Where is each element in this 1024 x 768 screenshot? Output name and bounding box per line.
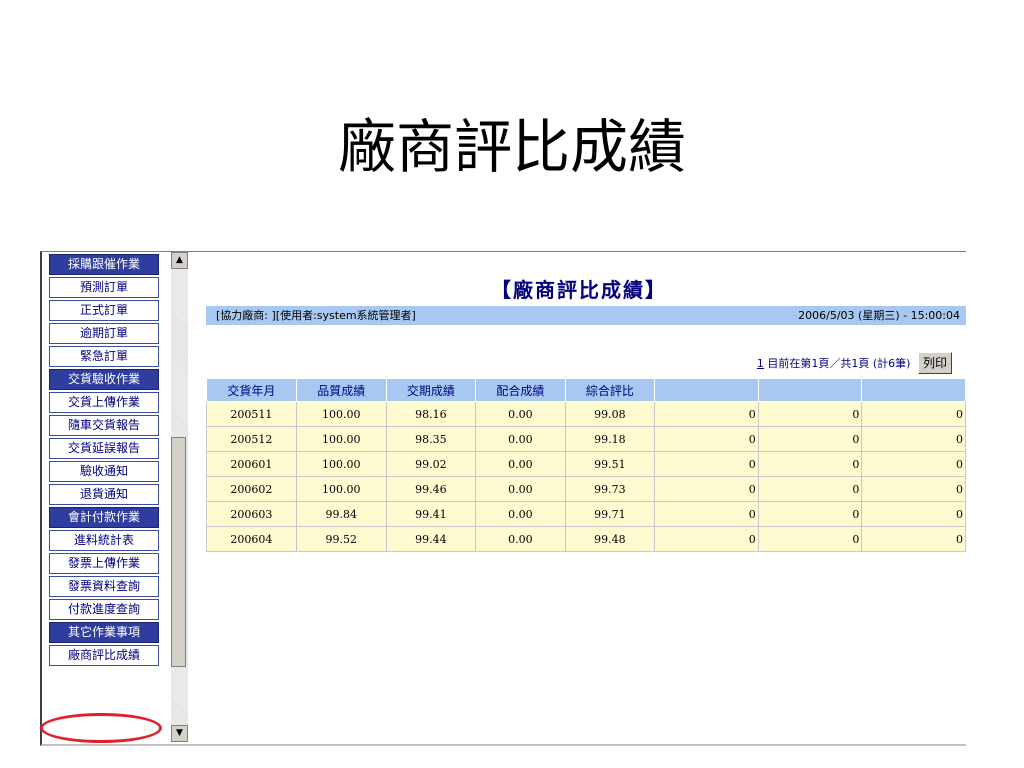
table-cell: 0.00 — [475, 451, 566, 477]
table-cell: 0 — [861, 526, 966, 552]
table-cell: 0 — [757, 451, 863, 477]
sidebar-category[interactable]: 其它作業事項 — [49, 622, 159, 643]
info-bar: [協力廠商: ][使用者:system系統管理者] 2006/5/03 (星期三… — [206, 306, 966, 325]
table-cell: 99.48 — [564, 526, 656, 552]
table-cell: 0 — [757, 426, 863, 452]
table-cell: 200512 — [206, 426, 297, 452]
table-row: 200511 100.00 98.16 0.00 99.08 0 0 0 — [206, 401, 966, 427]
sidebar-category[interactable]: 採購跟催作業 — [49, 254, 159, 275]
page-link[interactable]: 1 — [757, 357, 764, 370]
user-info: [協力廠商: ][使用者:system系統管理者] — [216, 309, 416, 322]
slide-title: 廠商評比成績 — [337, 113, 686, 181]
table-cell: 99.51 — [564, 451, 656, 477]
table-cell: 0 — [757, 476, 863, 502]
table-row: 200601 100.00 99.02 0.00 99.51 0 0 0 — [206, 451, 966, 477]
table-cell: 99.41 — [385, 501, 477, 527]
column-header: 綜合評比 — [564, 378, 656, 402]
table-header-row: 交貨年月 品質成績 交期成績 配合成績 綜合評比 — [206, 378, 966, 402]
table-cell: 0.00 — [475, 426, 566, 452]
column-header: 品質成績 — [295, 378, 387, 402]
sidebar-menu: 採購跟催作業 預測訂單 正式訂單 逾期訂單 緊急訂單 交貨驗收作業 交貨上傳作業 隨車交貨報告… — [47, 252, 167, 744]
table-row: 200512 100.00 98.35 0.00 99.18 0 0 0 — [206, 426, 966, 452]
table-cell: 0.00 — [475, 526, 566, 552]
table-cell: 98.35 — [385, 426, 477, 452]
sidebar-item[interactable]: 發票上傳作業 — [49, 553, 159, 574]
table-cell: 99.02 — [385, 451, 477, 477]
datetime-label: 2006/5/03 (星期三) - 15:00:04 — [798, 309, 960, 322]
sidebar-item[interactable]: 緊急訂單 — [49, 346, 159, 367]
table-cell: 98.16 — [385, 401, 477, 427]
table-cell: 99.52 — [295, 526, 387, 552]
column-header: 配合成績 — [475, 378, 566, 402]
table-cell: 0 — [654, 451, 759, 477]
table-cell: 100.00 — [295, 476, 387, 502]
table-cell: 200601 — [206, 451, 297, 477]
table-cell: 0 — [654, 501, 759, 527]
table-cell: 0 — [861, 476, 966, 502]
table-cell: 200603 — [206, 501, 297, 527]
table-row: 200604 99.52 99.44 0.00 99.48 0 0 0 — [206, 526, 966, 552]
pager: 1 目前在第1頁／共1頁 (計6筆) 列印 — [757, 352, 952, 374]
table-cell: 0 — [861, 451, 966, 477]
sidebar-item[interactable]: 正式訂單 — [49, 300, 159, 321]
page-status: 目前在第1頁／共1頁 (計6筆) — [763, 357, 914, 370]
table-cell: 100.00 — [295, 451, 387, 477]
scroll-up-icon[interactable]: ▲ — [171, 252, 188, 269]
sidebar-item[interactable]: 進料統計表 — [49, 530, 159, 551]
table-cell: 99.71 — [564, 501, 656, 527]
table-cell: 100.00 — [295, 426, 387, 452]
column-header — [861, 378, 966, 402]
sidebar-item[interactable]: 廠商評比成績 — [49, 645, 159, 666]
table-row: 200603 99.84 99.41 0.00 99.71 0 0 0 — [206, 501, 966, 527]
table-cell: 0 — [654, 476, 759, 502]
sidebar-item[interactable]: 隨車交貨報告 — [49, 415, 159, 436]
sidebar-item[interactable]: 發票資料查詢 — [49, 576, 159, 597]
table-cell: 0 — [861, 501, 966, 527]
table-cell: 0 — [861, 426, 966, 452]
score-table: 交貨年月 品質成績 交期成績 配合成績 綜合評比 200511 100.00 98.16 0.… — [206, 378, 966, 552]
browser-frame: 採購跟催作業 預測訂單 正式訂單 逾期訂單 緊急訂單 交貨驗收作業 交貨上傳作業 隨車交貨報告… — [40, 251, 966, 746]
table-cell: 0 — [654, 526, 759, 552]
main-content: 【廠商評比成績】 [協力廠商: ][使用者:system系統管理者] 2006/… — [192, 252, 966, 744]
sidebar-category[interactable]: 會計付款作業 — [49, 507, 159, 528]
table-cell: 0.00 — [475, 501, 566, 527]
print-button[interactable]: 列印 — [917, 352, 952, 374]
table-cell: 0 — [654, 401, 759, 427]
sidebar-scrollbar[interactable]: ▲ ▼ — [171, 252, 188, 742]
table-cell: 0 — [654, 426, 759, 452]
table-cell: 0 — [861, 401, 966, 427]
column-header: 交貨年月 — [206, 378, 297, 402]
table-cell: 100.00 — [295, 401, 387, 427]
table-cell: 99.08 — [564, 401, 656, 427]
table-cell: 200604 — [206, 526, 297, 552]
table-cell: 0 — [757, 401, 863, 427]
table-cell: 0.00 — [475, 476, 566, 502]
column-header: 交期成績 — [385, 378, 477, 402]
table-cell: 200511 — [206, 401, 297, 427]
table-cell: 0.00 — [475, 401, 566, 427]
table-cell: 0 — [757, 526, 863, 552]
sidebar-item[interactable]: 交貨延誤報告 — [49, 438, 159, 459]
sidebar-item[interactable]: 退貨通知 — [49, 484, 159, 505]
sidebar-item[interactable]: 預測訂單 — [49, 277, 159, 298]
page-title: 【廠商評比成績】 — [491, 278, 667, 302]
column-header — [654, 378, 759, 402]
sidebar-item[interactable]: 逾期訂單 — [49, 323, 159, 344]
sidebar-item[interactable]: 交貨上傳作業 — [49, 392, 159, 413]
sidebar-category[interactable]: 交貨驗收作業 — [49, 369, 159, 390]
scroll-thumb[interactable] — [171, 437, 186, 667]
table-cell: 0 — [757, 501, 863, 527]
table-cell: 99.46 — [385, 476, 477, 502]
table-cell: 200602 — [206, 476, 297, 502]
table-row: 200602 100.00 99.46 0.00 99.73 0 0 0 — [206, 476, 966, 502]
column-header — [757, 378, 863, 402]
sidebar-item[interactable]: 付款進度查詢 — [49, 599, 159, 620]
table-cell: 99.44 — [385, 526, 477, 552]
table-cell: 99.73 — [564, 476, 656, 502]
scroll-down-icon[interactable]: ▼ — [171, 725, 188, 742]
sidebar-item[interactable]: 驗收通知 — [49, 461, 159, 482]
table-cell: 99.18 — [564, 426, 656, 452]
table-cell: 99.84 — [295, 501, 387, 527]
